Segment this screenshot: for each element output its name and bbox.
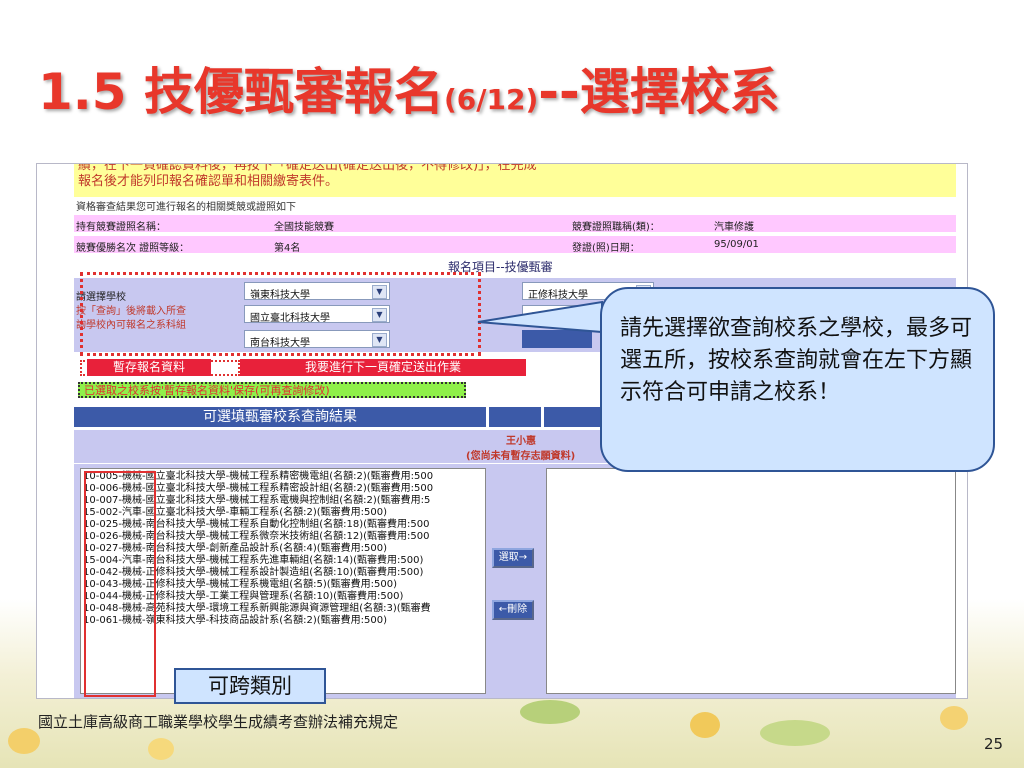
category-tag: 可跨類別: [174, 668, 326, 704]
select-button[interactable]: 選取→: [492, 548, 534, 568]
info-label: 競賽證照職稱(類)：: [572, 222, 660, 233]
info-label: 競賽優勝名次 證照等級：: [76, 243, 190, 254]
slide-title: 1.5 技優甄審報名(6/12)--選擇校系: [38, 63, 780, 121]
highlight-school-selection: [80, 272, 481, 356]
results-header: 可選填甄審校系查詢結果: [74, 407, 486, 427]
callout-pointer: [477, 300, 603, 334]
info-value: 汽車修護: [714, 222, 754, 233]
save-temp-button[interactable]: 暫存報名資料: [87, 359, 211, 376]
next-step-button[interactable]: 我要進行下一頁確定送出作業: [240, 359, 526, 376]
decorative-flower: [940, 706, 968, 730]
student-name: 王小惠: [506, 436, 536, 447]
info-row: 競賽優勝名次 證照等級： 第4名 發證(照)日期： 95/09/01: [74, 236, 956, 254]
delete-button[interactable]: ←刪除: [492, 600, 534, 620]
info-value: 第4名: [274, 243, 301, 254]
info-label: 發證(照)日期：: [572, 243, 640, 254]
save-hint-bar: 已選取之校系按'暫存報名資料'保存(可再查詢修改): [78, 382, 466, 398]
notice-box: 績，在下一頁確認資料後，再按下「確定送出(確定送出後，不得修改)」，在完成 報名…: [74, 164, 774, 197]
notice-line: 報名後才能列印報名確認單和相關繳寄表件。: [78, 174, 339, 189]
highlight-category-column: [84, 471, 156, 697]
qualification-info: 資格審查結果您可進行報名的相關獎競或證照如下: [76, 202, 296, 213]
transfer-column: [486, 468, 542, 694]
selected-departments-list[interactable]: [546, 468, 956, 694]
info-label: 持有競賽證照名稱：: [76, 222, 166, 233]
callout-text: 請先選擇欲查詢校系之學校，最多可選五所，按校系查詢就會在左下方顯示符合可申請之校…: [620, 316, 973, 405]
results-header-mid: [489, 407, 541, 427]
info-value: 全國技能競賽: [274, 222, 334, 233]
page-number: 25: [984, 735, 1004, 753]
info-row: 持有競賽證照名稱： 全國技能競賽 競賽證照職稱(類)： 汽車修護: [74, 215, 956, 233]
notice-side-box: [774, 164, 956, 197]
decorative-leaf: [520, 700, 580, 724]
student-status: (您尚未有暫存志願資料): [466, 451, 576, 462]
decorative-flower: [8, 728, 40, 754]
decorative-leaf: [760, 720, 830, 746]
info-value: 95/09/01: [714, 239, 759, 250]
decorative-flower: [690, 712, 720, 738]
decorative-flower: [148, 738, 174, 760]
slide-footer: 國立土庫高級商工職業學校學生成績考查辦法補充規定: [38, 713, 399, 731]
select-value: 正修科技大學: [528, 290, 588, 301]
notice-line: 績，在下一頁確認資料後，再按下「確定送出(確定送出後，不得修改)」，在完成: [78, 163, 537, 173]
